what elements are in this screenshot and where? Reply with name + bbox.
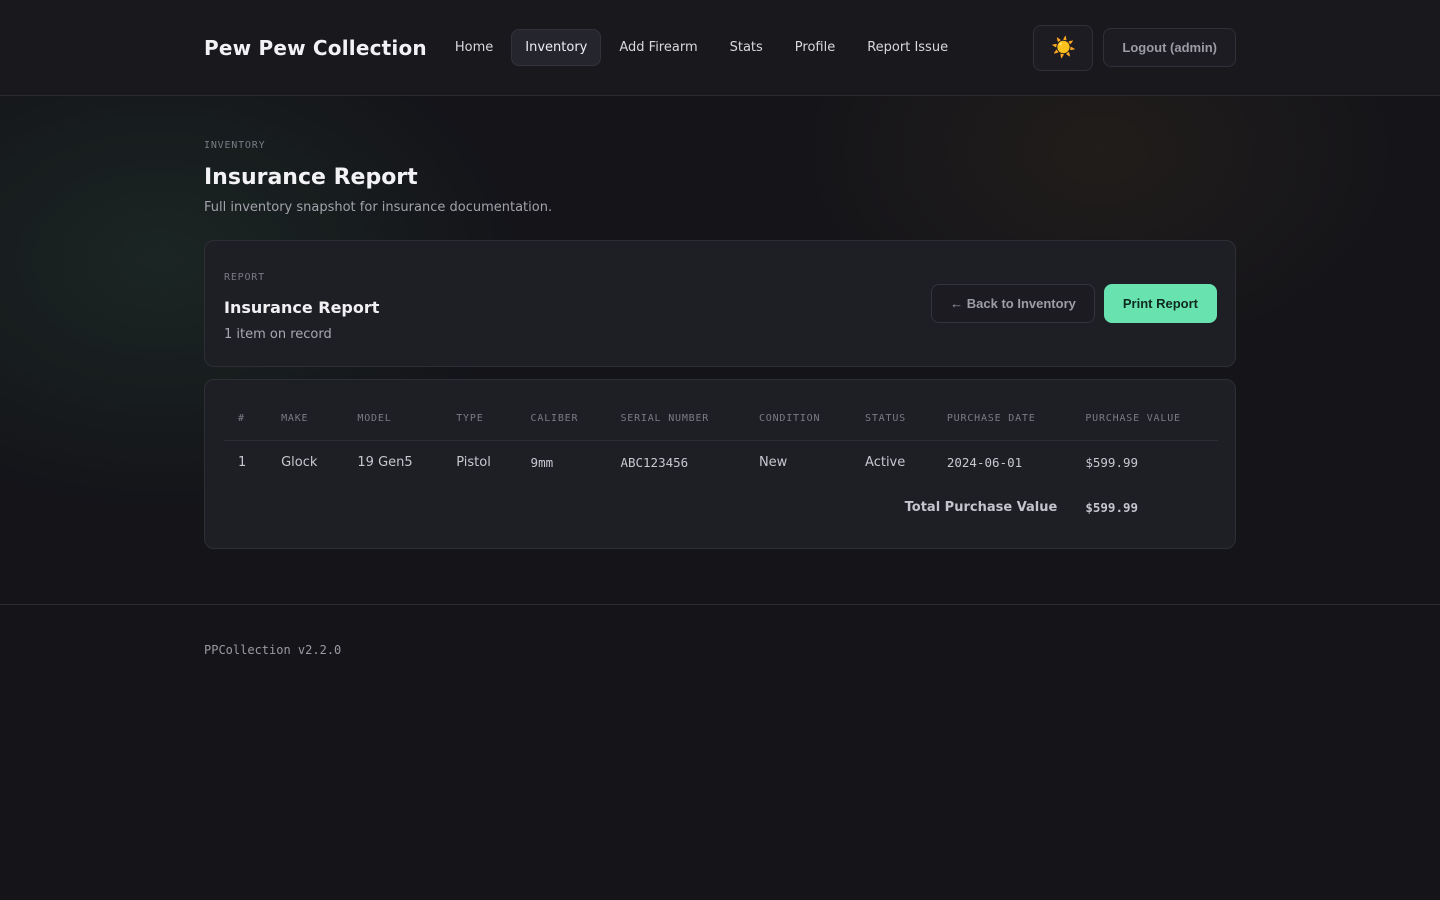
col-serial-number: SERIAL NUMBER xyxy=(606,398,745,441)
cell-status: Active xyxy=(865,454,906,470)
brand-title[interactable]: Pew Pew Collection xyxy=(204,36,427,60)
cell-caliber: 9mm xyxy=(530,454,554,470)
insurance-table: # MAKE MODEL TYPE CALIBER SERIAL NUMBER … xyxy=(224,398,1218,530)
theme-toggle-button[interactable]: ☀️ xyxy=(1033,24,1094,71)
nav-report-issue[interactable]: Report Issue xyxy=(853,29,962,66)
col-status: STATUS xyxy=(851,398,933,441)
report-summary: REPORT Insurance Report 1 item on record xyxy=(224,272,379,342)
total-label: Total Purchase Value xyxy=(904,499,1058,515)
table-row: 1 Glock 19 Gen5 Pistol 9mm ABC123456 New… xyxy=(224,440,1218,484)
main-nav: Home Inventory Add Firearm Stats Profile… xyxy=(441,29,962,66)
col-index: # xyxy=(224,398,268,441)
cell-index: 1 xyxy=(238,454,247,470)
page-heading: INVENTORY Insurance Report Full inventor… xyxy=(204,140,1236,215)
report-summary-card: REPORT Insurance Report 1 item on record… xyxy=(204,240,1236,367)
report-actions: ← Back to Inventory Print Report xyxy=(931,284,1217,323)
back-to-inventory-button[interactable]: ← Back to Inventory xyxy=(931,284,1095,323)
top-header: Pew Pew Collection Home Inventory Add Fi… xyxy=(0,0,1440,96)
total-value: $599.99 xyxy=(1085,499,1139,515)
col-purchase-date: PURCHASE DATE xyxy=(932,398,1072,441)
footer-version: PPCollection v2.2.0 xyxy=(204,643,342,657)
cell-purchase-value: $599.99 xyxy=(1085,454,1139,470)
nav-stats[interactable]: Stats xyxy=(716,29,777,66)
nav-add-firearm[interactable]: Add Firearm xyxy=(605,29,711,66)
cell-serial-number: ABC123456 xyxy=(620,454,689,470)
report-item-count: 1 item on record xyxy=(224,327,332,342)
col-type: TYPE xyxy=(442,398,517,441)
table-header-row: # MAKE MODEL TYPE CALIBER SERIAL NUMBER … xyxy=(224,398,1218,441)
page-title: Insurance Report xyxy=(204,165,418,190)
cell-make: Glock xyxy=(281,454,318,470)
cell-model: 19 Gen5 xyxy=(357,454,413,470)
col-make: MAKE xyxy=(267,398,344,441)
nav-inventory[interactable]: Inventory xyxy=(511,29,602,66)
col-purchase-value: PURCHASE VALUE xyxy=(1071,398,1218,441)
col-model: MODEL xyxy=(343,398,443,441)
report-title: Insurance Report xyxy=(224,298,380,317)
logout-button[interactable]: Logout (admin) xyxy=(1103,28,1236,67)
footer-divider xyxy=(0,604,1440,605)
cell-purchase-date: 2024-06-01 xyxy=(946,454,1023,470)
col-caliber: CALIBER xyxy=(516,398,607,441)
page-eyebrow: INVENTORY xyxy=(204,140,266,151)
header-actions: ☀️ Logout (admin) xyxy=(1033,24,1236,71)
report-label: REPORT xyxy=(224,272,265,283)
cell-condition: New xyxy=(758,454,788,470)
col-condition: CONDITION xyxy=(744,398,852,441)
cell-type: Pistol xyxy=(456,454,491,470)
print-report-button[interactable]: Print Report xyxy=(1103,284,1217,323)
nav-profile[interactable]: Profile xyxy=(781,29,849,66)
page-subtitle: Full inventory snapshot for insurance do… xyxy=(204,200,553,215)
sun-icon: ☀️ xyxy=(1050,37,1076,59)
header-inner: Pew Pew Collection Home Inventory Add Fi… xyxy=(204,0,1236,95)
table-total-row: Total Purchase Value $599.99 xyxy=(224,484,1218,530)
nav-home[interactable]: Home xyxy=(441,29,507,66)
inventory-table-card: # MAKE MODEL TYPE CALIBER SERIAL NUMBER … xyxy=(204,379,1236,549)
